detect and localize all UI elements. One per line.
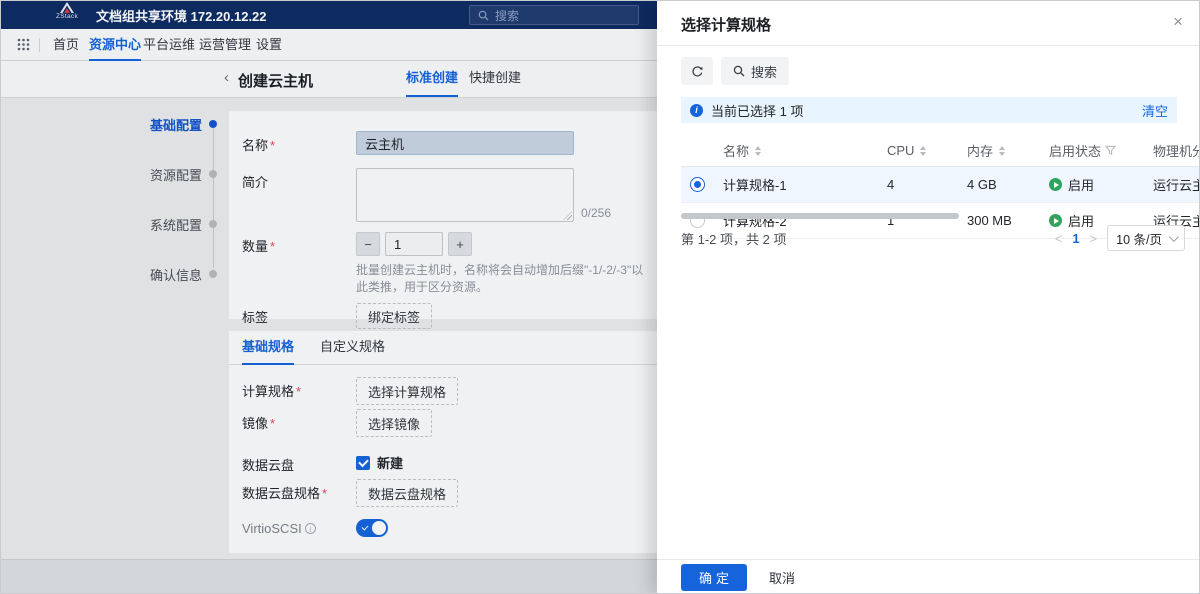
select-compute-spec-drawer: 选择计算规格 × 搜索 i 当前已选择 1 项 清空 名称 CPU 内存 启用状…	[657, 1, 1200, 593]
page-size-select[interactable]: 10 条/页	[1107, 225, 1185, 251]
drawer-title: 选择计算规格	[681, 17, 772, 34]
pagination: 第 1-2 项，共 2 项 < 1 > 10 条/页	[681, 225, 1185, 251]
next-page-icon[interactable]: >	[1090, 231, 1098, 246]
cancel-button[interactable]: 取消	[769, 568, 795, 587]
col-name: 名称	[723, 144, 750, 159]
refresh-button[interactable]	[681, 57, 713, 85]
cell-name: 计算规格-1	[723, 178, 787, 193]
chevron-down-icon	[1168, 231, 1179, 242]
cell-memory: 4 GB	[967, 177, 997, 192]
info-icon: i	[690, 103, 703, 117]
pagination-summary: 第 1-2 项，共 2 项	[681, 231, 787, 247]
table-header-row: 名称 CPU 内存 启用状态 物理机分	[681, 135, 1200, 167]
col-state: 启用状态	[1049, 144, 1102, 159]
prev-page-icon[interactable]: <	[1055, 231, 1063, 246]
drawer-search-button[interactable]: 搜索	[721, 57, 790, 85]
drawer-toolbar: 搜索	[681, 57, 790, 85]
enabled-state-icon	[1049, 178, 1062, 191]
col-cpu: CPU	[887, 143, 915, 158]
radio-selected[interactable]	[690, 177, 705, 192]
search-icon	[733, 65, 745, 77]
confirm-button[interactable]: 确定	[681, 564, 748, 591]
drawer-mask[interactable]	[1, 1, 657, 593]
state-badge: 启用	[1049, 175, 1094, 194]
close-icon[interactable]: ×	[1173, 12, 1183, 32]
col-memory: 内存	[967, 144, 994, 159]
drawer-footer: 确定 取消	[657, 559, 1199, 593]
sort-icon[interactable]	[999, 145, 1006, 156]
cell-cpu: 4	[887, 177, 895, 192]
clear-selection-link[interactable]: 清空	[1142, 101, 1168, 120]
selection-info-bar: i 当前已选择 1 项 清空	[681, 97, 1177, 123]
filter-icon[interactable]	[1105, 145, 1117, 156]
sort-icon[interactable]	[920, 145, 927, 156]
screen: ZStack 文档组共享环境 172.20.12.22 搜索 首页 资源中心 平…	[0, 0, 1200, 594]
sort-icon[interactable]	[755, 145, 762, 156]
table-row[interactable]: 计算规格-1 4 4 GB 启用 运行云主	[681, 167, 1200, 203]
drawer-header: 选择计算规格 ×	[657, 1, 1199, 46]
spec-table: 名称 CPU 内存 启用状态 物理机分 计算规格-1 4 4 GB 启用 运行云…	[681, 135, 1200, 239]
selection-count-text: 当前已选择 1 项	[711, 103, 804, 119]
refresh-icon	[691, 65, 703, 76]
page-number[interactable]: 1	[1072, 231, 1079, 246]
horizontal-scrollbar[interactable]	[681, 213, 959, 219]
col-physical: 物理机分	[1153, 144, 1200, 159]
cell-physical: 运行云主	[1153, 178, 1200, 193]
